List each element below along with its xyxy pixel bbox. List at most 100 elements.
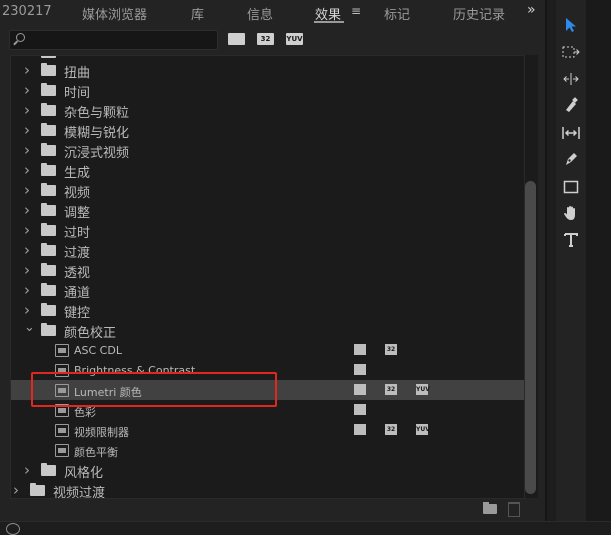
expand-caret-icon[interactable]: [24, 463, 30, 478]
panel-menu-icon[interactable]: ≡: [351, 4, 361, 18]
32bit-filter-icon[interactable]: 32: [257, 33, 274, 45]
razor-icon[interactable]: [556, 96, 586, 120]
panel-tab-bar: 230217 媒体浏览器 库 信息 效果 ≡ 标记 历史记录 »: [0, 0, 545, 24]
accelerated-effects-filter-icon[interactable]: [228, 33, 245, 45]
expand-caret-icon[interactable]: [24, 183, 30, 198]
ripple-edit-icon[interactable]: [556, 69, 586, 93]
yuv-filter-icon[interactable]: YUV: [286, 33, 303, 45]
tab-history[interactable]: 历史记录: [453, 4, 505, 23]
folder-label: 风格化: [64, 466, 104, 481]
folder-label: 透视: [64, 266, 91, 281]
effects-scrollbar-thumb[interactable]: [525, 181, 536, 494]
folder-icon: [41, 123, 56, 136]
expand-caret-icon[interactable]: [24, 243, 30, 258]
folder-row-noise-grain[interactable]: 杂色与颗粒: [11, 100, 525, 121]
folder-row-transition[interactable]: 过渡: [11, 240, 525, 261]
hand-icon[interactable]: [556, 204, 586, 228]
folder-label: 视频过渡: [53, 486, 106, 499]
folder-row-generate[interactable]: 生成: [11, 160, 525, 181]
folder-label: 颜色校正: [64, 326, 117, 341]
folder-row-obsolete[interactable]: 过时: [11, 220, 525, 241]
type-icon[interactable]: [556, 231, 586, 255]
folder-row-video-transitions[interactable]: 视频过渡: [11, 480, 525, 499]
folder-row-stylize[interactable]: 风格化: [11, 460, 525, 481]
folder-label: 键控: [64, 306, 91, 321]
right-panel-edge: [586, 0, 611, 534]
effect-icon: [55, 424, 69, 437]
delete-icon[interactable]: [508, 502, 520, 517]
effect-icon: [55, 344, 69, 357]
folder-row-adjust[interactable]: 调整: [11, 200, 525, 221]
expand-caret-icon[interactable]: [24, 103, 30, 118]
folder-icon: [41, 463, 56, 476]
folder-row-perspective[interactable]: 透视: [11, 260, 525, 281]
search-input[interactable]: [30, 31, 210, 49]
folder-row-channel[interactable]: 通道: [11, 280, 525, 301]
folder-row-distort[interactable]: 扭曲: [11, 60, 525, 81]
folder-icon: [41, 56, 56, 58]
32bit-badge-icon: 32: [385, 384, 397, 395]
expand-caret-icon[interactable]: [24, 63, 30, 78]
accelerated-badge-icon: [354, 404, 366, 415]
folder-icon: [41, 243, 56, 256]
folder-label: 过时: [64, 226, 91, 241]
status-bar: [0, 521, 611, 535]
effects-tree[interactable]: 扭曲 时间 杂色与颗粒 模糊与锐化 沉浸式视频 生成 视频 调整 过时: [10, 55, 526, 499]
effect-label: 颜色平衡: [74, 446, 118, 459]
expand-caret-icon[interactable]: [24, 283, 30, 298]
folder-icon: [41, 263, 56, 276]
folder-icon: [41, 203, 56, 216]
folder-row-blur-sharpen[interactable]: 模糊与锐化: [11, 120, 525, 141]
effect-row-asc-cdl[interactable]: ASC CDL 32: [11, 340, 525, 360]
folder-row-immersive-video[interactable]: 沉浸式视频: [11, 140, 525, 161]
expand-caret-icon[interactable]: [24, 143, 30, 158]
expand-caret-icon[interactable]: [24, 123, 30, 138]
folder-row-video[interactable]: 视频: [11, 180, 525, 201]
expand-caret-icon[interactable]: [24, 203, 30, 218]
pen-icon[interactable]: [556, 150, 586, 174]
folder-label: 沉浸式视频: [64, 146, 130, 161]
folder-row-time[interactable]: 时间: [11, 80, 525, 101]
expand-caret-icon[interactable]: [24, 263, 30, 278]
effect-row-color-balance[interactable]: 颜色平衡: [11, 440, 525, 460]
new-bin-icon[interactable]: [483, 502, 497, 514]
effect-label: ASC CDL: [74, 344, 122, 357]
folder-icon: [41, 223, 56, 236]
accelerated-badge-icon: [354, 344, 366, 355]
slip-icon[interactable]: [556, 123, 586, 147]
effects-search-box[interactable]: [9, 30, 218, 50]
folder-label: 视频: [64, 186, 91, 201]
expand-caret-icon[interactable]: [24, 303, 30, 318]
panel-divider: [545, 0, 547, 534]
32bit-badge-icon: 32: [385, 344, 397, 355]
selection-tool-icon[interactable]: [556, 16, 586, 40]
tab-markers[interactable]: 标记: [384, 4, 410, 23]
folder-row-color-correction[interactable]: 颜色校正: [11, 320, 525, 341]
tab-project-fragment[interactable]: 230217: [2, 4, 52, 19]
tab-overflow-icon[interactable]: »: [527, 2, 535, 18]
folder-icon: [41, 283, 56, 296]
tab-info[interactable]: 信息: [247, 4, 273, 23]
effect-row-video-limiter[interactable]: 视频限制器 32 YUV: [11, 420, 525, 440]
tab-library[interactable]: 库: [191, 4, 204, 23]
collapse-caret-icon[interactable]: [24, 320, 35, 335]
cc-status-icon[interactable]: [6, 523, 20, 535]
tab-media-browser[interactable]: 媒体浏览器: [82, 4, 147, 23]
expand-caret-icon[interactable]: [13, 483, 19, 498]
track-select-icon[interactable]: [556, 42, 586, 66]
folder-icon: [41, 63, 56, 76]
rectangle-icon[interactable]: [556, 177, 586, 201]
folder-row-keying[interactable]: 键控: [11, 300, 525, 321]
accelerated-badge-icon: [354, 384, 366, 395]
expand-caret-icon[interactable]: [24, 163, 30, 178]
folder-icon: [41, 163, 56, 176]
expand-caret-icon[interactable]: [24, 83, 30, 98]
folder-icon: [30, 483, 45, 496]
folder-label: 杂色与颗粒: [64, 106, 130, 121]
yuv-badge-icon: YUV: [416, 424, 430, 435]
expand-caret-icon[interactable]: [24, 223, 30, 238]
folder-icon: [41, 323, 56, 336]
folder-icon: [41, 183, 56, 196]
folder-label: 模糊与锐化: [64, 126, 130, 141]
lumetri-highlight-box: [31, 372, 277, 407]
